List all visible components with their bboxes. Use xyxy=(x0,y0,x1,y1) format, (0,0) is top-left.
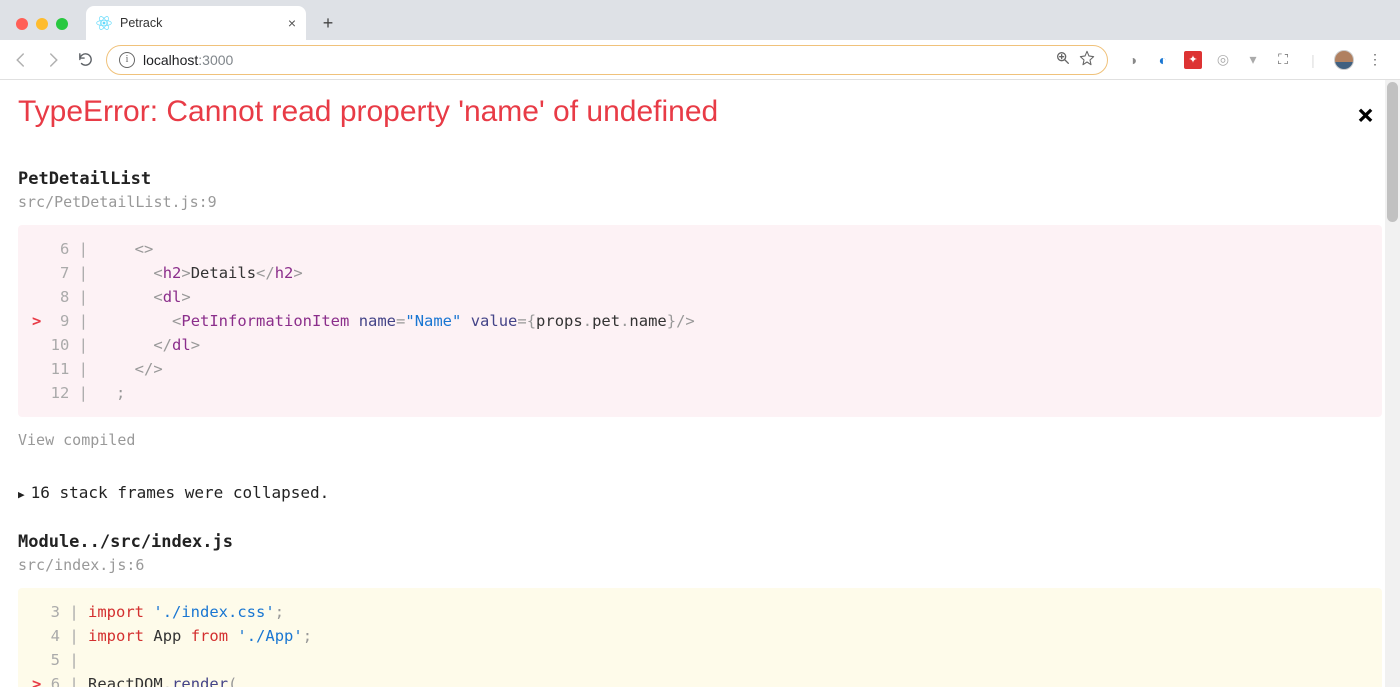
code-line: 10 | </dl> xyxy=(18,333,1382,357)
code-line: 12 | ; xyxy=(18,381,1382,405)
code-line-highlighted: > 9 | <PetInformationItem name="Name" va… xyxy=(18,309,1382,333)
reload-button[interactable] xyxy=(74,49,96,71)
browser-tab[interactable]: Petrack × xyxy=(86,6,306,40)
extension-icon[interactable]: ⛶ xyxy=(1274,51,1292,69)
code-line: 3 | import './index.css'; xyxy=(18,600,1382,624)
extension-icon[interactable]: ✦ xyxy=(1184,51,1202,69)
collapsed-frames-toggle[interactable]: ▶16 stack frames were collapsed. xyxy=(18,483,1382,502)
extension-icon[interactable]: ◎ xyxy=(1214,51,1232,69)
code-line: 6 | <> xyxy=(18,237,1382,261)
window-close-button[interactable] xyxy=(16,18,28,30)
code-line: 5 | xyxy=(18,648,1382,672)
code-line: 7 | <h2>Details</h2> xyxy=(18,261,1382,285)
source-code-block: 6 | <> 7 | <h2>Details</h2> 8 | <dl> > 9… xyxy=(18,225,1382,417)
code-line: 11 | </> xyxy=(18,357,1382,381)
extension-icon[interactable]: ◐ xyxy=(1154,51,1172,69)
profile-avatar[interactable] xyxy=(1334,50,1354,70)
browser-toolbar: i localhost:3000 ◑ ◐ ✦ ◎ ▾ ⛶ | ⋮ xyxy=(0,40,1400,80)
expand-triangle-icon: ▶ xyxy=(18,488,25,501)
extension-icon[interactable]: ◑ xyxy=(1124,51,1142,69)
extensions-area: ◑ ◐ ✦ ◎ ▾ ⛶ | ⋮ xyxy=(1118,50,1390,70)
scrollbar-thumb[interactable] xyxy=(1387,82,1398,222)
bookmark-star-icon[interactable] xyxy=(1079,50,1095,69)
tab-strip: Petrack × + xyxy=(0,0,1400,40)
extension-divider: | xyxy=(1304,51,1322,69)
window-maximize-button[interactable] xyxy=(56,18,68,30)
stack-frame-location[interactable]: src/PetDetailList.js:9 xyxy=(18,193,1382,211)
error-title: TypeError: Cannot read property 'name' o… xyxy=(18,94,718,130)
window-controls xyxy=(16,18,68,30)
address-bar[interactable]: i localhost:3000 xyxy=(106,45,1108,75)
window-minimize-button[interactable] xyxy=(36,18,48,30)
zoom-icon[interactable] xyxy=(1055,50,1071,69)
react-favicon-icon xyxy=(96,15,112,31)
scrollbar-track[interactable] xyxy=(1385,80,1400,687)
browser-chrome: Petrack × + i localhost:3000 ◑ ◐ xyxy=(0,0,1400,80)
tab-close-icon[interactable]: × xyxy=(288,15,296,31)
site-info-icon[interactable]: i xyxy=(119,52,135,68)
code-line: 8 | <dl> xyxy=(18,285,1382,309)
stack-frame-function: PetDetailList xyxy=(18,169,1382,189)
code-line-highlighted: > 6 | ReactDOM.render( xyxy=(18,672,1382,687)
tab-title: Petrack xyxy=(120,16,280,30)
stack-frame-location[interactable]: src/index.js:6 xyxy=(18,556,1382,574)
new-tab-button[interactable]: + xyxy=(314,9,342,37)
close-overlay-button[interactable]: × xyxy=(1349,94,1382,135)
source-code-block: 3 | import './index.css'; 4 | import App… xyxy=(18,588,1382,687)
forward-button[interactable] xyxy=(42,49,64,71)
extension-icon[interactable]: ▾ xyxy=(1244,51,1262,69)
url-host: localhost:3000 xyxy=(143,52,233,68)
back-button[interactable] xyxy=(10,49,32,71)
stack-frame-function: Module../src/index.js xyxy=(18,532,1382,552)
chrome-menu-icon[interactable]: ⋮ xyxy=(1366,51,1384,69)
page-content: TypeError: Cannot read property 'name' o… xyxy=(0,80,1400,687)
view-compiled-link[interactable]: View compiled xyxy=(18,431,1382,449)
code-line: 4 | import App from './App'; xyxy=(18,624,1382,648)
error-overlay: TypeError: Cannot read property 'name' o… xyxy=(0,80,1400,687)
